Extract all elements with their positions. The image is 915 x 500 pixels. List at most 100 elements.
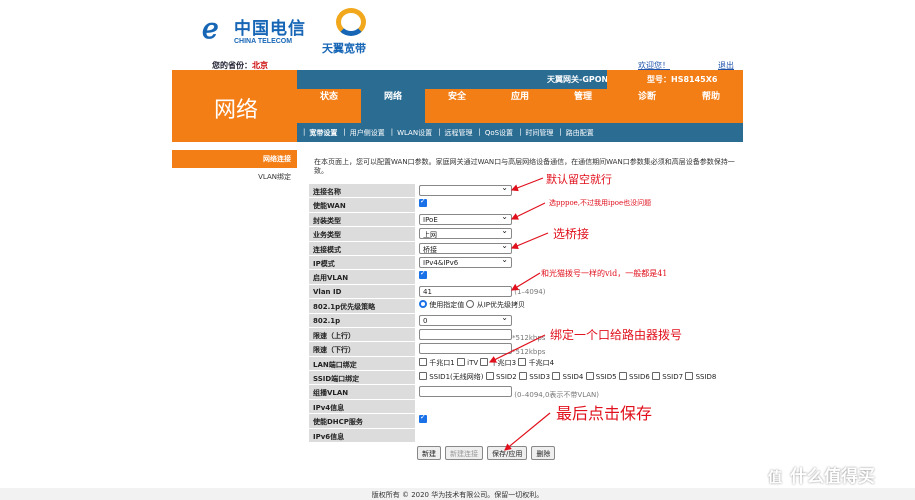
ssid8-label: SSID8 (695, 373, 717, 382)
ssid3-checkbox[interactable] (519, 372, 527, 381)
annotation-encap: 选pppoe,不过我用ipoe也没问题 (549, 199, 652, 207)
annotation-mode: 选桥接 (553, 227, 590, 241)
subtab-time[interactable]: 时间管理 (525, 128, 553, 138)
info-bar: 天翼网关-GPON 型号：HS8145X6 (297, 70, 743, 89)
enable-vlan-checkbox[interactable] (419, 269, 427, 280)
ssid6-checkbox[interactable] (618, 372, 627, 381)
label-enable-vlan: 启用VLAN (309, 270, 415, 285)
lan3-checkbox[interactable] (480, 357, 489, 366)
subtab-wlan[interactable]: WLAN设置 (397, 128, 432, 138)
tab-security[interactable]: 安全 (425, 89, 489, 123)
dhcp-checkbox[interactable] (419, 413, 427, 424)
ssid1-checkbox[interactable] (419, 372, 427, 381)
vlan-id-hint: (1–4094) (514, 287, 546, 296)
lan1-label: 千兆口1 (429, 358, 455, 367)
tab-diagnostics[interactable]: 诊断 (615, 89, 679, 123)
ssid1-label: SSID1(无线网络) (429, 373, 484, 382)
label-ip-mode: IP模式 (309, 255, 415, 271)
lan4-checkbox[interactable] (518, 357, 527, 366)
enable-wan-checkbox[interactable] (419, 197, 427, 208)
ip-mode-select[interactable]: IPv4&IPv6 (419, 255, 512, 268)
province-label: 您的省份： (212, 61, 252, 70)
ssid4-label: SSID4 (562, 373, 584, 382)
label-ipv6-info: IPv6信息 (309, 428, 415, 444)
label-service: 业务类型 (309, 227, 415, 242)
section-title: 网络 (214, 98, 259, 123)
save-apply-button[interactable]: 保存/应用 (487, 446, 528, 460)
mode-select[interactable]: 桥接 (419, 241, 512, 254)
china-telecom-logo: ℯ 中国电信 CHINA TELECOM (202, 12, 312, 52)
new-button[interactable]: 新建 (417, 446, 441, 460)
watermark-icon: 值 (764, 467, 786, 489)
telecom-logo-icon: ℯ (202, 12, 219, 45)
sub-nav: | 宽带设置 | 用户侧设置 | WLAN设置 | 远程管理 | QoS设置 |… (297, 123, 743, 142)
label-vlan-id: Vlan ID (309, 284, 415, 300)
wan-form: 连接名称 使能WAN 封装类型 IPoE 业务类型上网 连接模式桥接 IP模式 IP… (309, 183, 716, 444)
label-down-limit: 限速（下行） (309, 342, 415, 357)
prio-specified-radio[interactable] (419, 300, 427, 309)
8021p-select[interactable]: 0 (419, 313, 512, 326)
lan4-label: 千兆口4 (528, 358, 555, 367)
encap-select[interactable]: IPoE (419, 212, 512, 225)
label-prio-policy: 802.1p优先级策略 (309, 299, 415, 314)
label-dhcp: 使能DHCP服务 (309, 414, 415, 429)
sidebar-item-connection[interactable]: 网络连接 (172, 150, 297, 168)
label-mode: 连接模式 (309, 241, 415, 256)
subtab-route[interactable]: 路由配置 (566, 128, 594, 138)
tab-status[interactable]: 状态 (297, 89, 361, 123)
ssid7-label: SSID7 (662, 373, 684, 382)
subtab-broadband[interactable]: 宽带设置 (309, 128, 337, 138)
down-limit-input[interactable] (419, 343, 512, 355)
conn-name-select[interactable] (419, 183, 512, 196)
delete-button[interactable]: 删除 (531, 446, 556, 460)
label-mcast-vlan: 组播VLAN (309, 385, 415, 400)
subtab-qos[interactable]: QoS设置 (485, 128, 513, 138)
itv-label: iTV (467, 358, 479, 367)
header: ℯ 中国电信 CHINA TELECOM 天翼宽带 您的省份：北京 欢迎您！ 退… (172, 0, 743, 70)
province-value: 北京 (252, 61, 268, 70)
service-select[interactable]: 上网 (419, 226, 512, 240)
label-up-limit: 限速（上行） (309, 327, 415, 343)
label-ssid-bind: SSID端口绑定 (309, 371, 415, 386)
watermark-text: 什么值得买 (790, 467, 875, 487)
prio-copy-label: 从IP优先级拷贝 (476, 301, 525, 310)
sidebar: 网络连接 VLAN绑定 (172, 150, 297, 186)
tab-management[interactable]: 管理 (551, 89, 615, 123)
logo-brand-cn: 中国电信 (234, 19, 306, 39)
action-buttons: 新建 新建连接 保存/应用 删除 (417, 446, 559, 460)
logo-product: 天翼宽带 (322, 42, 366, 55)
ssid4-checkbox[interactable] (552, 372, 561, 381)
subtab-remote[interactable]: 远程管理 (444, 128, 472, 138)
itv-checkbox[interactable] (456, 357, 465, 366)
section-banner: 网络 (172, 70, 297, 142)
main-nav: 状态 网络 安全 应用 管理 诊断 帮助 (297, 89, 743, 123)
ssid8-checkbox[interactable] (685, 372, 694, 381)
router-page: ℯ 中国电信 CHINA TELECOM 天翼宽带 您的省份：北京 欢迎您！ 退… (172, 0, 743, 488)
down-limit-hint: *512kbps (512, 348, 546, 357)
ssid5-checkbox[interactable] (585, 372, 594, 381)
vlan-id-input[interactable]: 41 (419, 285, 512, 297)
annotation-conn-name: 默认留空就行 (546, 173, 612, 186)
ssid7-checkbox[interactable] (652, 372, 661, 381)
prio-copy-radio[interactable] (466, 300, 475, 309)
ssid5-label: SSID5 (595, 373, 617, 382)
lan3-label: 千兆口3 (490, 358, 517, 367)
up-limit-input[interactable] (419, 328, 512, 340)
lan1-checkbox[interactable] (419, 357, 427, 366)
tianyi-logo: 天翼宽带 (322, 8, 382, 55)
label-8021p: 802.1p (309, 313, 415, 328)
gateway-label: 天翼网关-GPON (547, 75, 609, 84)
tab-help[interactable]: 帮助 (679, 89, 743, 123)
ssid2-checkbox[interactable] (485, 372, 494, 381)
subtab-user-side[interactable]: 用户侧设置 (350, 128, 385, 138)
prio-specified-label: 使用指定值 (429, 301, 465, 310)
tab-network[interactable]: 网络 (361, 89, 425, 123)
label-encap: 封装类型 (309, 212, 415, 228)
label-ipv4-info: IPv4信息 (309, 399, 415, 415)
mcast-vlan-input[interactable] (419, 386, 512, 398)
sidebar-item-vlan-bind[interactable]: VLAN绑定 (172, 168, 297, 186)
tab-apps[interactable]: 应用 (488, 89, 552, 123)
page-description: 在本页面上，您可以配置WAN口参数。家庭网关通过WAN口与高层网络设备通信，在通… (314, 158, 735, 175)
new-connection-button[interactable]: 新建连接 (445, 446, 483, 460)
model-label: 型号：HS8145X6 (607, 70, 743, 89)
